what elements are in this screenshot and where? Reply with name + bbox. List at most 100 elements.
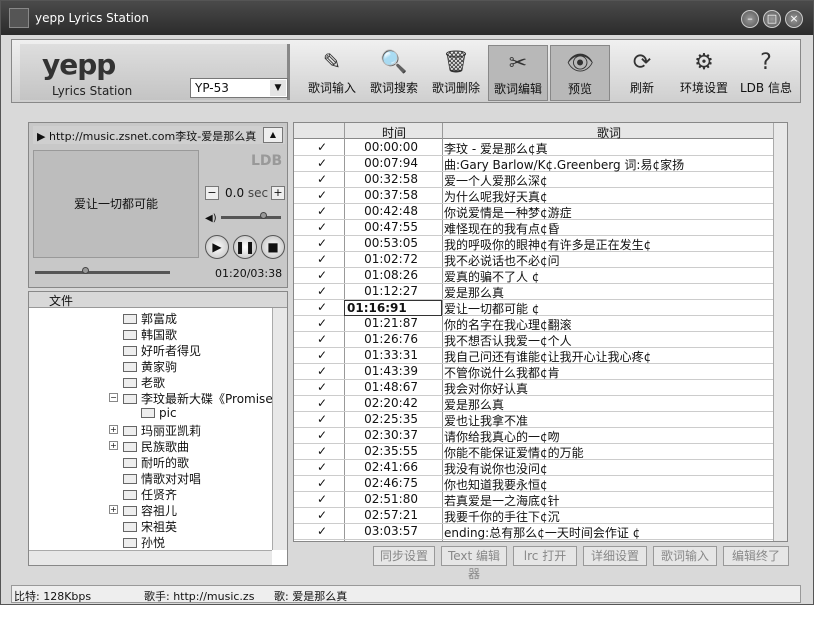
toolbar-button-7[interactable]: ? LDB 信息: [736, 45, 796, 101]
pause-button[interactable]: ❚❚: [233, 235, 257, 259]
expand-icon[interactable]: +: [109, 441, 118, 450]
toolbar-button-0[interactable]: ✎ 歌词输入: [302, 45, 362, 101]
expand-icon[interactable]: +: [109, 425, 118, 434]
check-icon[interactable]: ✓: [312, 268, 332, 282]
time-edit-field[interactable]: 01:16:91: [344, 300, 442, 316]
check-icon[interactable]: ✓: [312, 412, 332, 426]
collapse-icon[interactable]: −: [109, 393, 118, 402]
check-icon[interactable]: ✓: [312, 476, 332, 490]
tree-item[interactable]: 黄家驹: [123, 358, 177, 374]
model-select[interactable]: YP-53 ▼: [190, 78, 288, 98]
check-icon[interactable]: ✓: [312, 188, 332, 202]
check-icon[interactable]: ✓: [312, 220, 332, 234]
check-icon[interactable]: ✓: [312, 348, 332, 362]
tree-item[interactable]: 老歌: [123, 374, 165, 390]
table-row[interactable]: ✓ 00:32:58 爱一个人爱那么深¢: [294, 172, 774, 188]
toolbar-button-2[interactable]: 🗑 歌词删除: [426, 45, 486, 101]
tree-item[interactable]: pic: [141, 406, 177, 422]
expand-icon[interactable]: +: [109, 505, 118, 514]
action-button-3[interactable]: 详细设置: [583, 546, 647, 566]
tree-item[interactable]: − 李玟最新大碟《Promise: [109, 390, 273, 406]
table-row[interactable]: ✓ 00:00:00 李玟 - 爱是那么¢真: [294, 140, 774, 156]
toolbar-button-3[interactable]: ✂ 歌词编辑: [488, 45, 548, 101]
table-row[interactable]: ✓ 02:46:75 你也知道我要永恒¢: [294, 476, 774, 492]
check-icon[interactable]: ✓: [312, 236, 332, 250]
check-icon[interactable]: ✓: [312, 460, 332, 474]
check-icon[interactable]: ✓: [312, 396, 332, 410]
toolbar-button-1[interactable]: 🔍 歌词搜索: [364, 45, 424, 101]
check-icon[interactable]: ✓: [312, 380, 332, 394]
check-icon[interactable]: ✓: [312, 524, 332, 538]
table-row[interactable]: ✓ 01:12:27 爱是那么真: [294, 284, 774, 300]
check-icon[interactable]: ✓: [312, 492, 332, 506]
maximize-button[interactable]: □: [763, 10, 781, 28]
table-row[interactable]: ✓ 01:02:72 我不必说话也不必¢问: [294, 252, 774, 268]
play-button[interactable]: ▶: [205, 235, 229, 259]
tree-item[interactable]: 宋祖英: [123, 518, 177, 534]
sec-plus-button[interactable]: +: [271, 186, 285, 200]
table-row[interactable]: ✓ 02:20:42 爱是那么真: [294, 396, 774, 412]
table-row[interactable]: ✓ 02:25:35 爱也让我拿不准: [294, 412, 774, 428]
tree-item[interactable]: 郭富成: [123, 310, 177, 326]
table-row[interactable]: ✓ 00:53:05 我的呼吸你的眼神¢有许多是正在发生¢: [294, 236, 774, 252]
table-row[interactable]: ✓ 01:16:91 爱让一切都可能 ¢: [294, 300, 774, 316]
tree-item[interactable]: 任贤齐: [123, 486, 177, 502]
tree-horizontal-scrollbar[interactable]: [29, 550, 272, 565]
check-icon[interactable]: ✓: [312, 172, 332, 186]
tree-item[interactable]: 情歌对对唱: [123, 470, 201, 486]
tree-item[interactable]: + 民族歌曲: [109, 438, 189, 454]
progress-slider[interactable]: [35, 271, 170, 274]
action-button-1[interactable]: Text 编辑器: [441, 546, 507, 581]
volume-knob[interactable]: [260, 212, 267, 219]
table-row[interactable]: ✓ 00:07:94 曲:Gary Barlow/K¢.Greenberg 词:易¢…: [294, 156, 774, 172]
tree-item[interactable]: + 容祖儿: [109, 502, 177, 518]
close-button[interactable]: ×: [785, 10, 803, 28]
action-button-5[interactable]: 编辑终了: [723, 546, 789, 566]
table-vertical-scrollbar[interactable]: [773, 123, 787, 541]
tree-vertical-scrollbar[interactable]: [272, 308, 287, 550]
action-button-4[interactable]: 歌词输入: [653, 546, 717, 566]
check-icon[interactable]: ✓: [312, 508, 332, 522]
check-icon[interactable]: ✓: [312, 428, 332, 442]
toolbar-button-4[interactable]: 👁 预览: [550, 45, 610, 101]
check-icon[interactable]: ✓: [312, 252, 332, 266]
table-row[interactable]: ✓ 01:26:76 我不想否认我爱一¢个人: [294, 332, 774, 348]
table-row[interactable]: ✓ 03:03:57 ending:总有那么¢一天时间会作证 ¢: [294, 524, 774, 540]
check-icon[interactable]: ✓: [312, 364, 332, 378]
tree-item[interactable]: + 玛丽亚凯莉: [109, 422, 201, 438]
tree-item[interactable]: 耐听的歌: [123, 454, 189, 470]
check-icon[interactable]: ✓: [312, 444, 332, 458]
volume-slider[interactable]: [221, 216, 281, 219]
check-icon[interactable]: ✓: [312, 156, 332, 170]
check-icon[interactable]: ✓: [312, 332, 332, 346]
table-row[interactable]: ✓ 01:48:67 我会对你好认真: [294, 380, 774, 396]
table-row[interactable]: ✓ 02:57:21 我要千你的手往下¢沉: [294, 508, 774, 524]
tree-item[interactable]: 孙悦: [123, 534, 165, 550]
toolbar-button-5[interactable]: ⟳ 刷新: [612, 45, 672, 101]
progress-knob[interactable]: [81, 267, 89, 274]
check-icon[interactable]: ✓: [312, 316, 332, 330]
check-icon[interactable]: ✓: [312, 284, 332, 298]
table-row[interactable]: ✓ 00:47:55 难怪现在的我有点¢昏: [294, 220, 774, 236]
table-row[interactable]: ✓ 02:30:37 请你给我真心的一¢吻: [294, 428, 774, 444]
check-icon[interactable]: ✓: [312, 204, 332, 218]
table-row[interactable]: ✓ 01:08:26 爱真的骗不了人 ¢: [294, 268, 774, 284]
chevron-down-icon[interactable]: ▼: [270, 80, 286, 96]
action-button-0[interactable]: 同步设置: [373, 546, 435, 566]
stop-button[interactable]: ■: [261, 235, 285, 259]
minimize-button[interactable]: –: [741, 10, 759, 28]
sec-minus-button[interactable]: −: [205, 186, 219, 200]
table-row[interactable]: ✓ 01:21:87 你的名字在我心理¢翻滚: [294, 316, 774, 332]
table-row[interactable]: ✓ 02:41:66 我没有说你也没问¢: [294, 460, 774, 476]
action-button-2[interactable]: lrc 打开: [513, 546, 577, 566]
table-row[interactable]: ✓ 00:42:48 你说爱情是一种梦¢游症: [294, 204, 774, 220]
table-row[interactable]: ✓ 01:43:39 不管你说什么我都¢肯: [294, 364, 774, 380]
toolbar-button-6[interactable]: ⚙ 环境设置: [674, 45, 734, 101]
tree-item[interactable]: 韩国歌: [123, 326, 177, 342]
tree-item[interactable]: 好听者得见: [123, 342, 201, 358]
table-row[interactable]: ✓ 02:35:55 你能不能保证爱情¢的万能: [294, 444, 774, 460]
table-row[interactable]: ✓ 01:33:31 我自己问还有谁能¢让我开心让我心疼¢: [294, 348, 774, 364]
check-icon[interactable]: ✓: [312, 300, 332, 314]
table-row[interactable]: ✓ 00:37:58 为什么呢我好天真¢: [294, 188, 774, 204]
table-row[interactable]: ✓ 02:51:80 若真爱是一之海底¢针: [294, 492, 774, 508]
